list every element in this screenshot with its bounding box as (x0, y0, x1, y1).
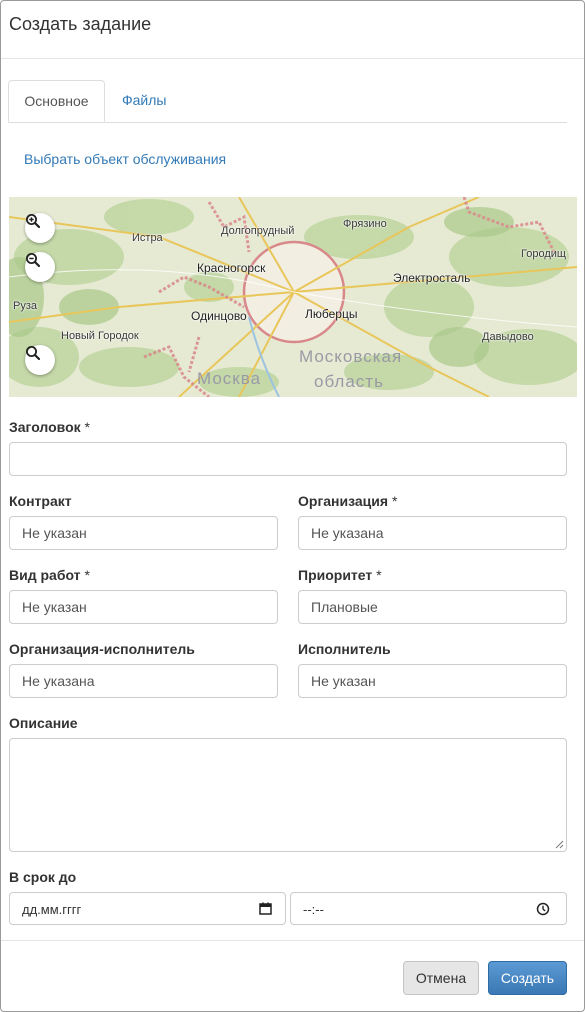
zoom-out-button[interactable] (25, 252, 55, 282)
map-label-elektrostal: Электросталь (393, 271, 471, 285)
tab-files[interactable]: Файлы (122, 80, 166, 122)
tab-main[interactable]: Основное (8, 80, 105, 122)
required-mark: * (84, 567, 90, 583)
map-label-fryazino: Фрязино (343, 218, 387, 230)
zoom-in-icon (26, 214, 41, 229)
work-type-select[interactable]: Не указан (9, 590, 278, 624)
priority-label: Приоритет * (298, 567, 382, 583)
title-label-text: Заголовок (9, 419, 81, 435)
map-label-novy-gorodok: Новый Городок (61, 330, 139, 342)
map-label-odintsovo: Одинцово (191, 309, 247, 323)
map-label-istra: Истра (132, 232, 163, 244)
deadline-time-input[interactable]: --:-- (290, 892, 567, 925)
select-object-link[interactable]: Выбрать объект обслуживания (24, 151, 226, 167)
deadline-label: В срок до (9, 869, 77, 885)
organization-label: Организация * (298, 493, 397, 509)
search-icon (26, 346, 41, 361)
map-label-dolgoprudny: Долгопрудный (221, 225, 295, 237)
map-label-lyubertsy: Люберцы (305, 307, 358, 321)
work-type-label-text: Вид работ (9, 567, 81, 583)
map-label-krasnogorsk: Красногорск (197, 261, 266, 275)
map-label-gorodishche: Городищ (521, 248, 566, 260)
map-search-button[interactable] (25, 345, 55, 375)
map-label-ruza: Руза (13, 300, 37, 312)
map-label-moscow-oblast-2: область (314, 372, 384, 391)
work-type-label: Вид работ * (9, 567, 90, 583)
zoom-out-icon (26, 253, 41, 268)
cancel-button[interactable]: Отмена (403, 961, 479, 995)
zoom-in-button[interactable] (25, 213, 55, 243)
create-button[interactable]: Создать (488, 961, 567, 995)
executor-org-select[interactable]: Не указана (9, 664, 278, 698)
resize-handle-icon[interactable] (555, 840, 564, 849)
priority-select[interactable]: Плановые (298, 590, 567, 624)
calendar-icon[interactable] (259, 902, 272, 915)
map-label-moscow-oblast-1: Московская (299, 347, 403, 366)
organization-label-text: Организация (298, 493, 389, 509)
organization-select[interactable]: Не указана (298, 516, 567, 550)
executor-label: Исполнитель (298, 641, 391, 657)
title-label: Заголовок * (9, 419, 90, 435)
contract-label: Контракт (9, 493, 72, 509)
deadline-date-input[interactable]: дд.мм.гггг (9, 892, 286, 925)
description-label: Описание (9, 715, 78, 731)
dialog-title: Создать задание (9, 14, 152, 34)
date-placeholder: дд.мм.гггг (22, 902, 82, 917)
contract-select[interactable]: Не указан (9, 516, 278, 550)
create-task-dialog: Создать задание Основное Файлы Выбрать о… (0, 0, 585, 1012)
executor-select[interactable]: Не указан (298, 664, 567, 698)
map-label-davydovo: Давыдово (482, 331, 534, 343)
footer-divider (1, 940, 584, 941)
executor-org-label: Организация-исполнитель (9, 641, 195, 657)
clock-icon[interactable] (536, 902, 550, 916)
map-view[interactable]: Долгопрудный Фрязино Истра Красногорск Э… (9, 197, 577, 397)
time-placeholder: --:-- (303, 902, 324, 917)
required-mark: * (376, 567, 382, 583)
required-mark: * (84, 419, 90, 435)
tab-bar: Основное Файлы (8, 80, 567, 123)
dialog-header: Создать задание (1, 1, 584, 59)
priority-label-text: Приоритет (298, 567, 373, 583)
description-textarea[interactable] (9, 738, 567, 852)
required-mark: * (391, 493, 398, 509)
map-label-moscow: Москва (197, 369, 262, 388)
title-input[interactable] (9, 442, 567, 476)
